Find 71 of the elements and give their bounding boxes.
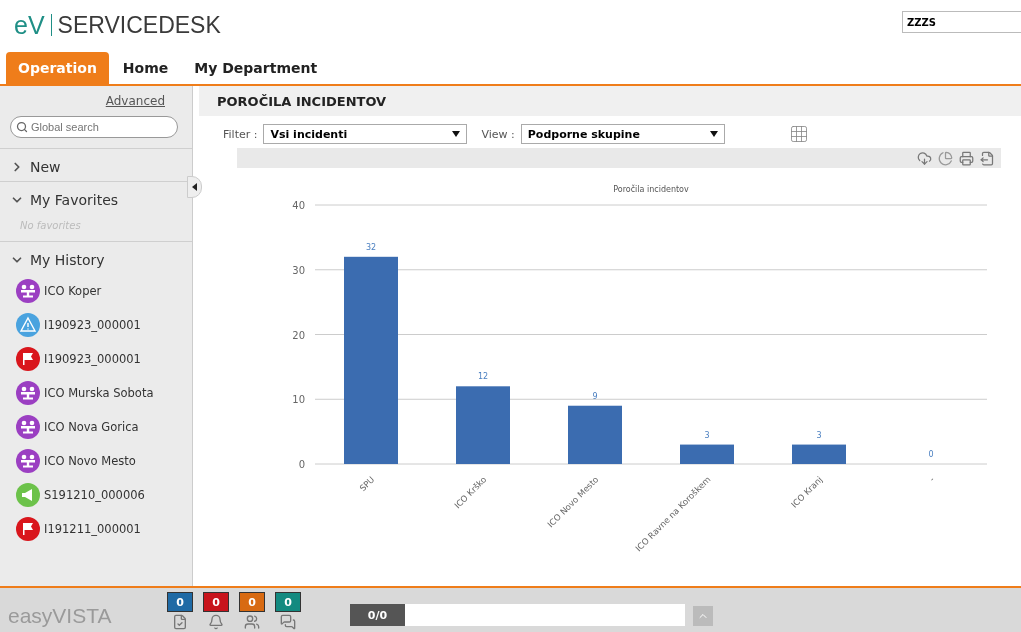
history-item[interactable]: ICO Koper <box>44 284 102 298</box>
y-tick-label: 10 <box>292 394 305 406</box>
triangle-left-icon <box>192 183 197 191</box>
export-icon[interactable] <box>980 150 995 166</box>
counter-badge[interactable]: 0 <box>275 592 301 612</box>
bar-value-label: 32 <box>365 242 377 252</box>
history-item[interactable]: ICO Novo Mesto <box>44 454 136 468</box>
flag-icon <box>16 347 40 371</box>
history-item[interactable]: S191210_000006 <box>44 488 145 502</box>
cloud-download-icon[interactable] <box>917 150 932 166</box>
caret-icon <box>452 131 461 137</box>
caret-icon <box>709 131 718 137</box>
dropdown[interactable]: Podporne skupine <box>520 124 725 144</box>
global-search-field[interactable]: Global search <box>10 116 178 138</box>
bar-value-label: 0 <box>928 450 934 459</box>
page-title: POROČILA INCIDENTOV <box>199 86 1021 116</box>
nav-tab[interactable]: Home <box>110 52 181 84</box>
section-header[interactable]: New <box>10 159 192 175</box>
bar-value-label: 9 <box>592 391 598 401</box>
counter-badge[interactable]: 0 <box>239 592 265 612</box>
chat-icon[interactable] <box>280 614 296 630</box>
footer-logo: easyVISTA <box>8 604 113 628</box>
counter-badge[interactable]: 0 <box>167 592 193 612</box>
filter-label: View : <box>481 127 515 141</box>
y-tick-label: 40 <box>292 200 305 211</box>
request-icon <box>16 483 40 507</box>
history-item[interactable]: I190923_000001 <box>44 352 141 366</box>
section-title: New <box>30 159 61 175</box>
chart-title: Poročila incidentov <box>613 185 689 194</box>
flag-icon <box>16 517 40 541</box>
dropdown[interactable]: Vsi incidenti <box>263 124 468 144</box>
bell-icon[interactable] <box>208 614 224 630</box>
advanced-link[interactable]: Advanced <box>105 94 165 108</box>
group-icon <box>16 381 40 405</box>
logo-mark: eV <box>14 14 52 36</box>
bar <box>680 444 734 464</box>
history-item[interactable]: I190923_000001 <box>44 318 141 332</box>
bar-value-label: 12 <box>477 372 489 382</box>
bar-value-label: 3 <box>816 430 822 440</box>
pager-field[interactable] <box>405 604 685 626</box>
grid-icon[interactable] <box>788 124 809 144</box>
group-icon <box>16 449 40 473</box>
bar <box>792 444 846 464</box>
history-item[interactable]: ICO Nova Gorica <box>44 420 139 434</box>
logo-text: SERVICEDESK <box>57 11 221 39</box>
y-tick-label: 30 <box>292 264 305 276</box>
section-header[interactable]: My Favorites <box>10 192 192 208</box>
bar <box>568 405 622 464</box>
counter-badge[interactable]: 0 <box>203 592 229 612</box>
section-title: My Favorites <box>30 192 119 208</box>
history-item[interactable]: I191211_000001 <box>44 522 141 536</box>
users-icon[interactable] <box>244 614 260 630</box>
section-header[interactable]: My History <box>10 252 192 268</box>
y-tick-label: 0 <box>298 459 305 470</box>
nav-tab[interactable]: My Department <box>182 52 330 84</box>
group-icon <box>16 415 40 439</box>
pager-count: 0/0 <box>350 604 405 626</box>
section-title: My History <box>30 252 105 268</box>
history-item[interactable]: ICO Murska Sobota <box>44 386 154 400</box>
bar-value-label: 3 <box>704 430 710 440</box>
pie-chart-icon[interactable] <box>938 150 953 166</box>
x-axis-label: - <box>927 474 937 484</box>
search-icon <box>16 121 28 133</box>
filter-label: Filter : <box>223 127 258 141</box>
y-tick-label: 20 <box>292 329 305 341</box>
group-icon <box>16 279 40 303</box>
collapse-handle[interactable] <box>187 176 202 198</box>
search-field[interactable]: ZZZS <box>902 11 1021 33</box>
file-check-icon[interactable] <box>172 614 188 630</box>
printer-icon[interactable] <box>959 150 974 166</box>
warning-icon <box>16 313 40 337</box>
